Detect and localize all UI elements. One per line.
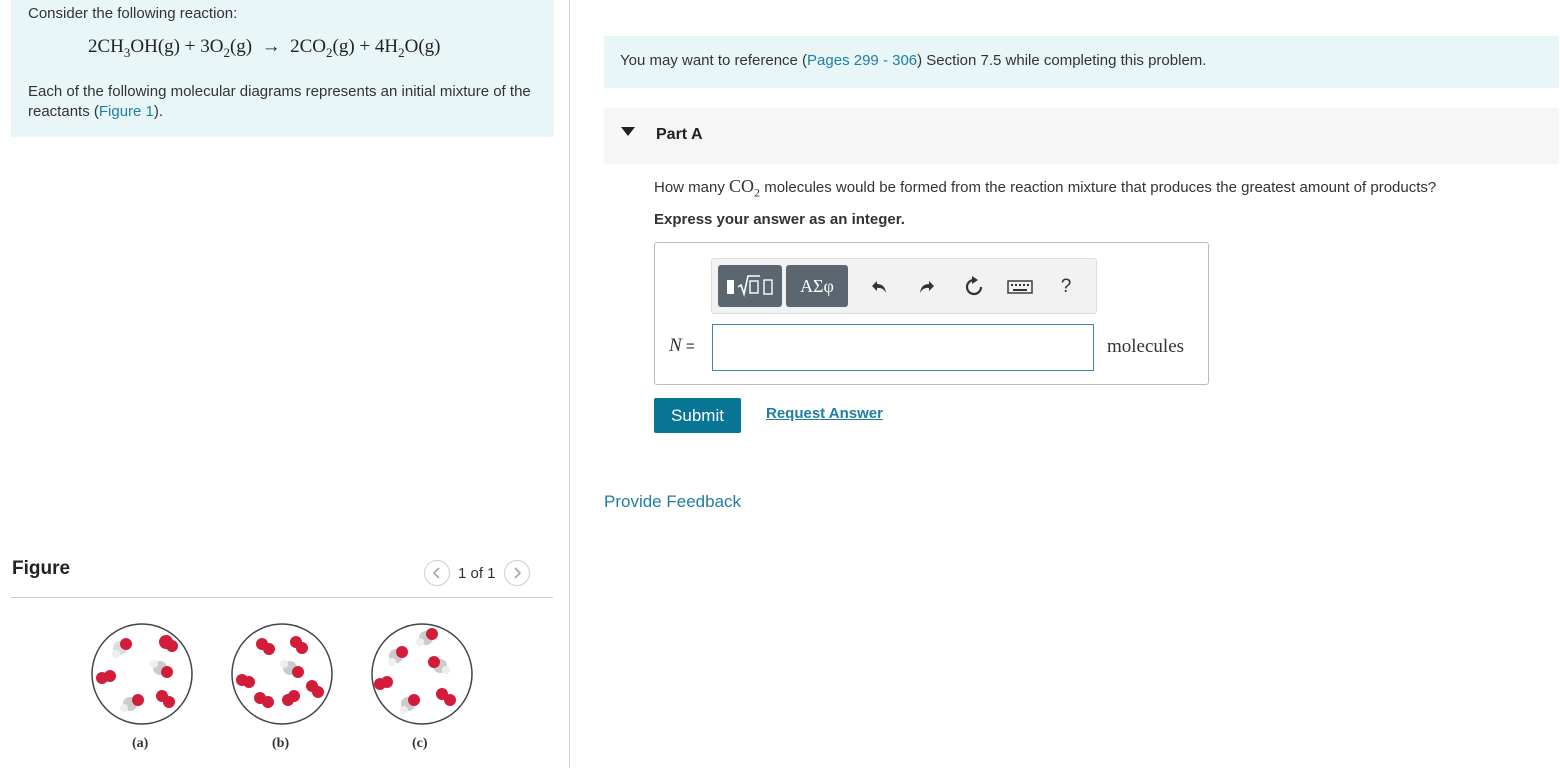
figure-title: Figure	[12, 558, 71, 579]
templates-icon	[727, 275, 773, 297]
prev-figure-button[interactable]	[424, 560, 450, 586]
variable-label: N =	[669, 335, 695, 357]
undo-icon[interactable]	[866, 273, 894, 301]
submit-button[interactable]: Submit	[654, 398, 741, 433]
math-toolbar: ΑΣφ ?	[711, 258, 1097, 314]
reaction-equation: 2CH3OH(g) + 3O2(g) → 2CO2(g) + 4H2O(g)	[88, 36, 441, 60]
part-title: Part A	[656, 126, 703, 143]
collapse-triangle-icon[interactable]	[621, 127, 635, 136]
provide-feedback-link[interactable]: Provide Feedback	[604, 492, 741, 512]
reset-icon[interactable]	[960, 273, 988, 301]
page-indicator: 1 of 1	[458, 564, 496, 582]
intro-description: Each of the following molecular diagrams…	[28, 82, 538, 122]
question-pre: How many	[654, 179, 730, 196]
templates-button[interactable]	[718, 265, 782, 307]
reference-pages-link[interactable]: Pages 299 - 306	[807, 52, 917, 69]
answer-input[interactable]	[712, 324, 1094, 371]
intro-text: Consider the following reaction:	[28, 5, 238, 22]
molecular-diagram-b	[231, 623, 333, 725]
column-divider	[569, 0, 570, 768]
part-a-header[interactable]: Part A	[604, 108, 1559, 164]
units-label: molecules	[1107, 336, 1185, 357]
chevron-right-icon	[513, 567, 521, 579]
question-co2-formula: CO2	[729, 176, 761, 200]
figure-rule	[11, 597, 553, 598]
figure-label-a: (a)	[132, 736, 149, 751]
equals-sign: =	[681, 338, 695, 355]
figure-label-c: (c)	[412, 736, 428, 751]
help-button[interactable]: ?	[1052, 273, 1080, 301]
reference-post: ) Section 7.5 while completing this prob…	[917, 52, 1207, 69]
answer-instruction: Express your answer as an integer.	[654, 211, 905, 228]
question-post: molecules would be formed from the react…	[760, 179, 1437, 196]
figure-label-b: (b)	[272, 736, 290, 751]
reference-banner: You may want to reference (Pages 299 - 3…	[604, 36, 1559, 88]
molecular-diagram-c	[371, 623, 473, 725]
reference-pre: You may want to reference (	[620, 52, 808, 69]
question-text: How many CO2 molecules would be formed f…	[654, 176, 1436, 201]
problem-intro: Consider the following reaction: 2CH3OH(…	[11, 0, 554, 137]
keyboard-icon[interactable]	[1006, 273, 1034, 301]
figure-nav: 1 of 1	[424, 560, 530, 586]
figure-link[interactable]: Figure 1	[99, 103, 154, 120]
molecular-diagram-a	[91, 623, 193, 725]
chevron-left-icon	[432, 567, 440, 579]
greek-symbols-button[interactable]: ΑΣφ	[786, 265, 848, 307]
description-end: ).	[153, 103, 164, 120]
next-figure-button[interactable]	[503, 560, 530, 586]
request-answer-link[interactable]: Request Answer	[766, 405, 883, 422]
answer-box: ΑΣφ ? N = molecules	[654, 242, 1209, 385]
reference-text: You may want to reference (Pages 299 - 3…	[620, 52, 1206, 69]
variable-name: N	[669, 335, 682, 356]
redo-icon[interactable]	[912, 273, 940, 301]
